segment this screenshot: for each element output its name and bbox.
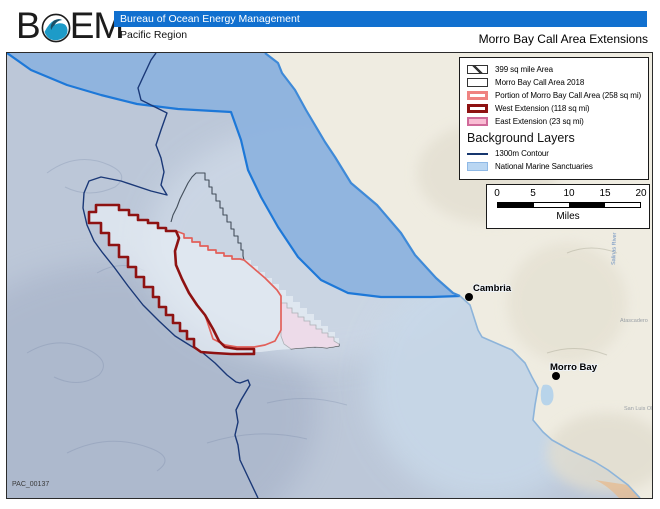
scale-tick: 5 — [530, 188, 536, 199]
agency-name: Bureau of Ocean Energy Management — [120, 13, 300, 25]
outline-black-swatch — [467, 78, 488, 87]
scale-bar: 0 5 10 15 20 Miles — [486, 184, 650, 229]
scale-tick: 20 — [635, 188, 647, 199]
scale-segment — [533, 203, 569, 207]
scale-tick: 0 — [494, 188, 500, 199]
outline-darkred-swatch — [467, 104, 488, 113]
scale-ticks: 0 5 10 15 20 — [487, 188, 649, 200]
scale-tick: 15 — [599, 188, 611, 199]
legend-background-items: 1300m Contour National Marine Sanctuaries — [467, 147, 644, 173]
legend-item: National Marine Sanctuaries — [467, 160, 644, 173]
legend-item: 399 sq mile Area — [467, 63, 644, 76]
map-canvas: Cambria Morro Bay Atascadero San Luis Ob… — [6, 52, 653, 499]
logo-letter-b: B — [16, 5, 41, 46]
morro-bay-dot — [552, 372, 560, 380]
san-luis-label: San Luis Ob — [624, 406, 652, 412]
header-bar: Bureau of Ocean Energy Management — [114, 11, 647, 27]
legend-item-label: Morro Bay Call Area 2018 — [495, 78, 585, 87]
fill-pink-swatch — [467, 117, 488, 126]
legend-item-label: Portion of Morro Bay Call Area (258 sq m… — [495, 91, 642, 100]
wave-icon — [41, 13, 71, 43]
cambria-dot — [465, 293, 473, 301]
legend-item: West Extension (118 sq mi) — [467, 102, 644, 115]
scale-unit-label: Miles — [556, 211, 580, 222]
legend-item: Portion of Morro Bay Call Area (258 sq m… — [467, 89, 644, 102]
map-title: Morro Bay Call Area Extensions — [478, 32, 648, 46]
legend-item-label: 399 sq mile Area — [495, 65, 553, 74]
scale-segment — [569, 203, 605, 207]
fill-lightblue-swatch — [467, 162, 488, 171]
scale-tick: 10 — [563, 188, 575, 199]
map-id-label: PAC_00137 — [12, 481, 50, 488]
legend-items: 399 sq mile Area Morro Bay Call Area 2018… — [467, 63, 644, 128]
legend-item-label: 1300m Contour — [495, 149, 549, 158]
scale-segment — [604, 203, 640, 207]
legend-item-label: West Extension (118 sq mi) — [495, 104, 590, 113]
outline-lightred-swatch — [467, 91, 488, 100]
legend-background-heading: Background Layers — [467, 131, 575, 145]
page: B EM Bureau of Ocean Energy Management P… — [0, 0, 660, 509]
region-name: Pacific Region — [120, 29, 188, 41]
atascadero-label: Atascadero — [620, 318, 648, 324]
scale-bar-track — [497, 202, 641, 208]
legend-item: East Extension (23 sq mi) — [467, 115, 644, 128]
legend-item: Morro Bay Call Area 2018 — [467, 76, 644, 89]
legend-item-label: National Marine Sanctuaries — [495, 162, 593, 171]
morro-bay-label: Morro Bay — [550, 362, 598, 373]
legend-item: 1300m Contour — [467, 147, 644, 160]
hatch-swatch — [467, 65, 488, 74]
boem-logo: B EM — [16, 3, 124, 49]
line-navy-swatch — [467, 152, 488, 155]
salinas-river-label: Salinas River — [611, 232, 618, 265]
legend-item-label: East Extension (23 sq mi) — [495, 117, 584, 126]
legend: 399 sq mile Area Morro Bay Call Area 2018… — [459, 57, 649, 180]
scale-segment — [498, 203, 534, 207]
cambria-label: Cambria — [473, 283, 512, 294]
morro-bay-estuary — [540, 384, 554, 406]
